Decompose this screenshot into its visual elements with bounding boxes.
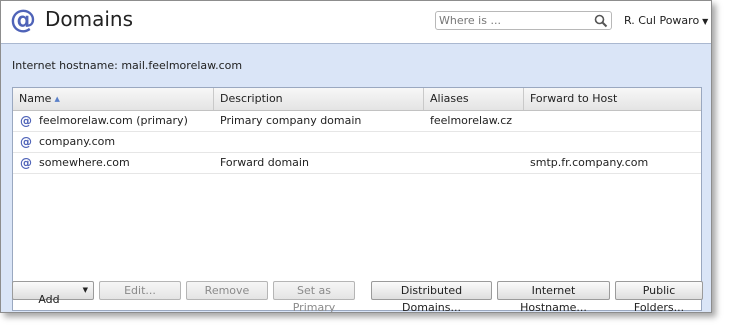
search-icon[interactable] — [594, 14, 608, 28]
domains-table: Name ▲ Description Aliases Forward to Hos… — [12, 87, 702, 311]
internet-hostname-button[interactable]: Internet Hostname... — [497, 281, 610, 314]
column-header-aliases[interactable]: Aliases — [424, 88, 524, 110]
table-header: Name ▲ Description Aliases Forward to Hos… — [13, 88, 701, 111]
at-sign-icon: @ — [20, 114, 32, 128]
edit-button[interactable]: Edit... — [99, 281, 181, 300]
table-row[interactable]: @ somewhere.com Forward domain smtp.fr.c… — [13, 153, 701, 174]
table-row[interactable]: @ feelmorelaw.com (primary) Primary comp… — [13, 111, 701, 132]
add-button[interactable]: Add ▼ — [12, 281, 94, 306]
search-input[interactable] — [439, 13, 587, 28]
cell-description: Forward domain — [220, 156, 309, 169]
cell-aliases: feelmorelaw.cz — [430, 114, 513, 127]
dropdown-arrow-icon: ▼ — [82, 286, 88, 294]
user-name: R. Cul Powaro — [624, 14, 700, 27]
at-sign-icon: @ — [10, 5, 36, 35]
domains-panel: Internet hostname: mail.feelmorelaw.com … — [1, 43, 711, 314]
domains-window: @ Domains R. Cul Powaro▼ Internet hostna… — [0, 0, 712, 314]
at-sign-icon: @ — [20, 156, 32, 170]
search-box[interactable] — [435, 11, 612, 30]
at-sign-icon: @ — [20, 135, 32, 149]
table-row[interactable]: @ company.com — [13, 132, 701, 153]
cell-forward: smtp.fr.company.com — [530, 156, 649, 169]
caret-down-icon: ▼ — [702, 17, 709, 26]
cell-name: feelmorelaw.com (primary) — [39, 114, 188, 127]
cell-description: Primary company domain — [220, 114, 362, 127]
set-as-primary-button[interactable]: Set as Primary — [273, 281, 355, 314]
cell-name: company.com — [39, 135, 116, 148]
public-folders-button[interactable]: Public Folders... — [615, 281, 703, 314]
internet-hostname-text: Internet hostname: mail.feelmorelaw.com — [12, 59, 243, 72]
sort-ascending-icon: ▲ — [54, 95, 60, 103]
page-title: Domains — [45, 7, 134, 31]
user-menu[interactable]: R. Cul Powaro ▼ — [624, 14, 708, 27]
column-header-forward-to-host[interactable]: Forward to Host — [524, 88, 701, 110]
remove-button[interactable]: Remove — [186, 281, 268, 300]
column-header-description[interactable]: Description — [214, 88, 424, 110]
cell-name: somewhere.com — [39, 156, 130, 169]
header: @ Domains R. Cul Powaro▼ — [1, 1, 711, 43]
column-header-name[interactable]: Name ▲ — [13, 88, 214, 110]
distributed-domains-button[interactable]: Distributed Domains... — [371, 281, 492, 314]
